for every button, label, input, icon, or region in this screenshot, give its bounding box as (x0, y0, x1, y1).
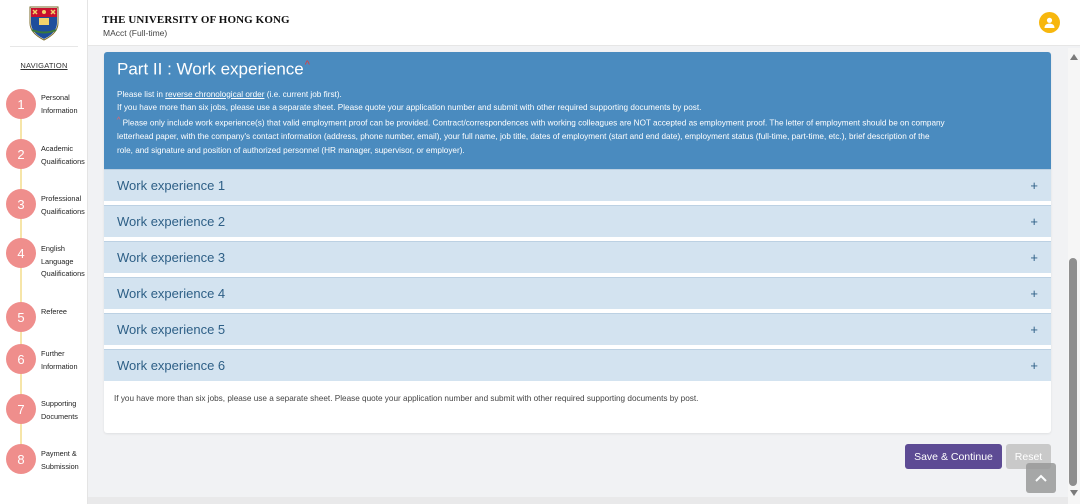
expand-plus-icon[interactable]: + (1030, 286, 1038, 301)
footer-note: If you have more than six jobs, please u… (114, 394, 699, 403)
step-8-label[interactable]: Payment & Submission (41, 448, 87, 473)
accordion-work-experience-5[interactable]: Work experience 5 + (104, 313, 1051, 345)
instruction-line-1: Please list in reverse chronological ord… (117, 89, 342, 99)
work-experience-card: Part II : Work experience^ Please list i… (104, 52, 1051, 433)
instruction-line-5: role, and signature and position of auth… (117, 145, 465, 155)
logo-divider (10, 46, 78, 47)
accordion-label: Work experience 3 (117, 250, 226, 265)
program-name: MAcct (Full-time) (103, 28, 168, 38)
step-4-circle[interactable]: 4 (6, 238, 36, 268)
step-2-label[interactable]: Academic Qualifications (41, 143, 87, 168)
navigation-title: NAVIGATION (20, 61, 68, 70)
user-avatar[interactable] (1039, 12, 1060, 33)
instruction-line-2: If you have more than six jobs, please u… (117, 102, 702, 112)
accordion-work-experience-1[interactable]: Work experience 1 + (104, 169, 1051, 201)
accordion-work-experience-6[interactable]: Work experience 6 + (104, 349, 1051, 381)
sidebar: NAVIGATION 1 Personal Information 2 Acad… (0, 0, 88, 504)
step-3-circle[interactable]: 3 (6, 189, 36, 219)
instruction-line-4: letterhead paper, with the company's con… (117, 132, 930, 142)
back-to-top-button[interactable] (1026, 463, 1056, 493)
instruction-line-3: ^ Please only include work experience(s)… (117, 117, 945, 128)
accordion-label: Work experience 4 (117, 286, 226, 301)
page-scrollbar[interactable] (1068, 48, 1080, 504)
expand-plus-icon[interactable]: + (1030, 250, 1038, 265)
section-header: Part II : Work experience^ Please list i… (104, 52, 1051, 169)
accordion-work-experience-4[interactable]: Work experience 4 + (104, 277, 1051, 309)
expand-plus-icon[interactable]: + (1030, 358, 1038, 373)
section-title: Part II : Work experience^ (117, 59, 310, 79)
top-header: THE UNIVERSITY OF HONG KONG MAcct (Full-… (88, 0, 1080, 46)
save-continue-button[interactable]: Save & Continue (905, 444, 1002, 469)
step-6-circle[interactable]: 6 (6, 344, 36, 374)
step-4-label[interactable]: English Language Qualifications (41, 243, 87, 281)
accordion-work-experience-2[interactable]: Work experience 2 + (104, 205, 1051, 237)
expand-plus-icon[interactable]: + (1030, 214, 1038, 229)
step-6-label[interactable]: Further Information (41, 348, 87, 373)
step-1-circle[interactable]: 1 (6, 89, 36, 119)
step-7-circle[interactable]: 7 (6, 394, 36, 424)
step-2-circle[interactable]: 2 (6, 139, 36, 169)
step-8-circle[interactable]: 8 (6, 444, 36, 474)
reverse-chronological-link[interactable]: reverse chronological order (165, 90, 264, 99)
step-5-label[interactable]: Referee (41, 306, 87, 319)
step-7-label[interactable]: Supporting Documents (41, 398, 87, 423)
title-marker: ^ (304, 59, 310, 71)
accordion-label: Work experience 1 (117, 178, 226, 193)
university-crest-icon (29, 6, 59, 41)
university-name: THE UNIVERSITY OF HONG KONG (102, 14, 290, 26)
scroll-up-arrow-icon[interactable] (1070, 54, 1078, 60)
accordion-label: Work experience 6 (117, 358, 226, 373)
step-1-label[interactable]: Personal Information (41, 92, 87, 117)
accordion-label: Work experience 5 (117, 322, 226, 337)
step-3-label[interactable]: Professional Qualifications (41, 193, 87, 218)
accordion-label: Work experience 2 (117, 214, 226, 229)
scrollbar-thumb[interactable] (1069, 258, 1077, 486)
step-5-circle[interactable]: 5 (6, 302, 36, 332)
accordion-work-experience-3[interactable]: Work experience 3 + (104, 241, 1051, 273)
chevron-up-icon (1035, 474, 1047, 482)
bottom-strip (88, 497, 1070, 504)
scroll-down-arrow-icon[interactable] (1070, 490, 1078, 496)
expand-plus-icon[interactable]: + (1030, 322, 1038, 337)
expand-plus-icon[interactable]: + (1030, 178, 1038, 193)
user-icon (1044, 17, 1055, 28)
